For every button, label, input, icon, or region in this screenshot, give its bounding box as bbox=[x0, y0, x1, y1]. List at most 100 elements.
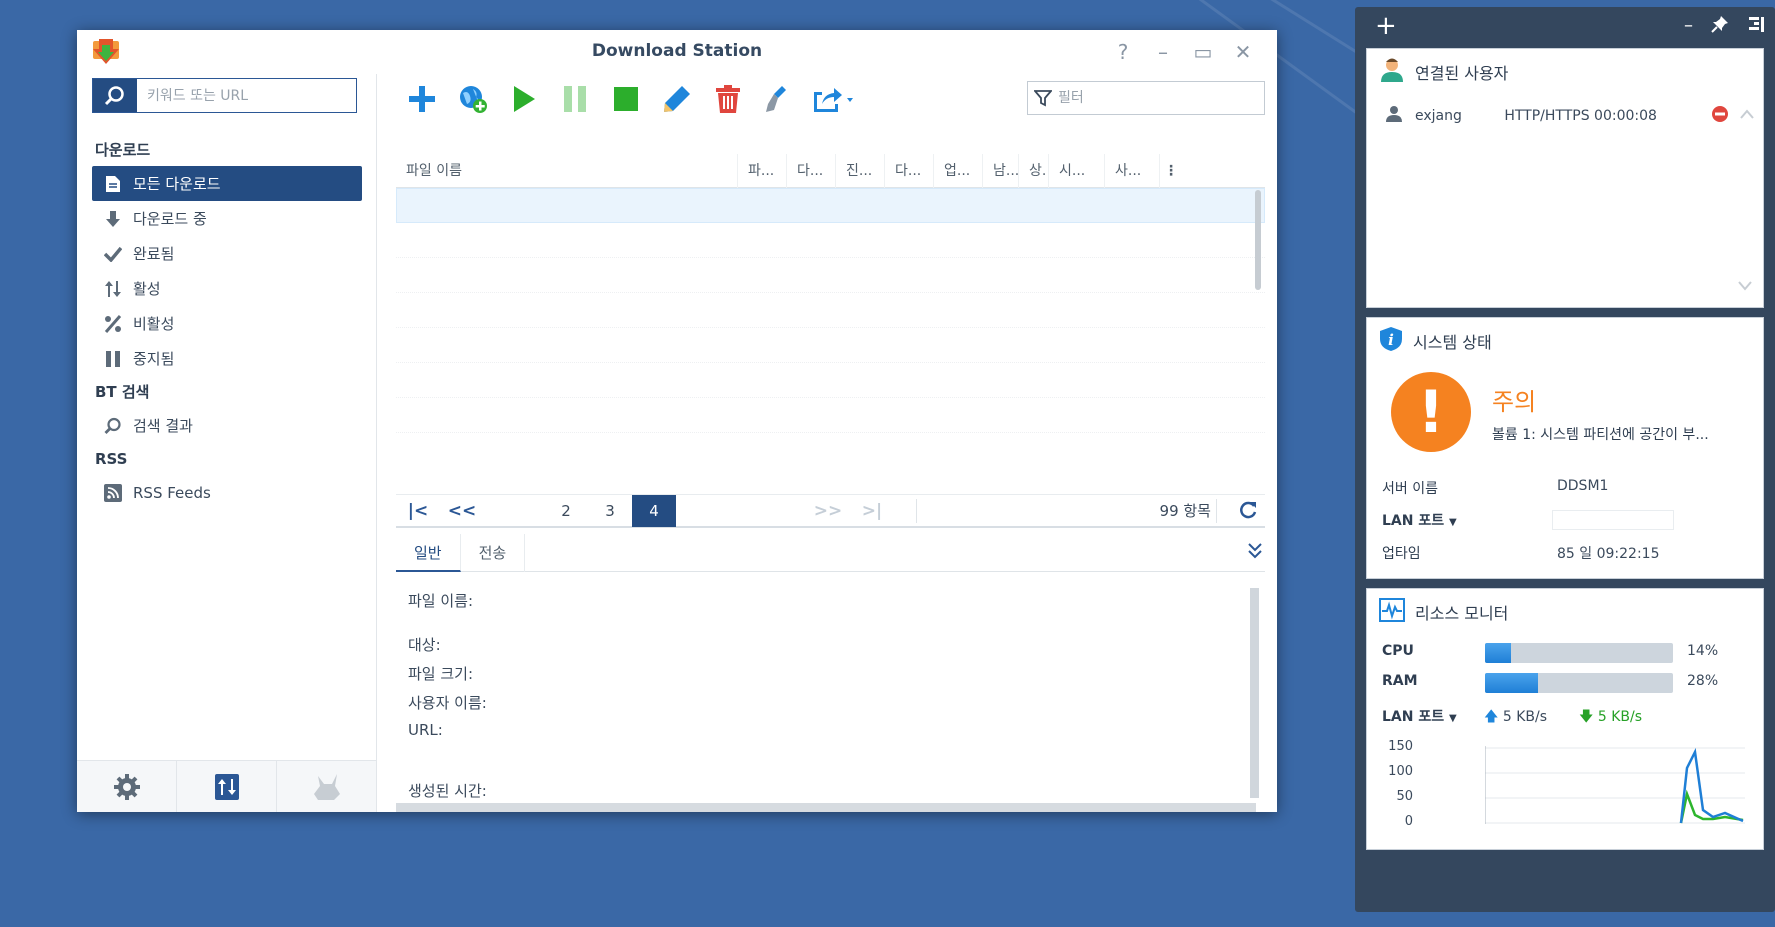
tab-general[interactable]: 일반 bbox=[396, 534, 461, 572]
sidebar-item-rss-feeds[interactable]: RSS Feeds bbox=[92, 475, 362, 510]
table-row[interactable] bbox=[396, 328, 1265, 363]
connected-user-row[interactable]: exjang HTTP/HTTPS 00:00:08 bbox=[1385, 105, 1755, 127]
user-silhouette-icon bbox=[1385, 105, 1403, 127]
sidebar-item-active[interactable]: 활성 bbox=[92, 271, 362, 306]
table-row[interactable] bbox=[396, 188, 1265, 223]
column-header[interactable]: 다... bbox=[885, 154, 934, 188]
minimize-icon[interactable]: – bbox=[1143, 39, 1183, 65]
table-row[interactable] bbox=[396, 258, 1265, 293]
details-hscrollbar[interactable] bbox=[396, 803, 1256, 812]
add-icon[interactable] bbox=[396, 80, 447, 118]
help-icon[interactable]: ? bbox=[1103, 39, 1143, 65]
play-icon[interactable] bbox=[498, 80, 549, 118]
details-panel: 일반 전송 파일 이름: 대상: 파일 크기: 사용자 이름: URL: 생성된… bbox=[396, 534, 1265, 812]
toolbar bbox=[396, 80, 864, 118]
column-header[interactable]: 업... bbox=[934, 154, 983, 188]
filter-input[interactable] bbox=[1058, 83, 1264, 113]
column-header[interactable]: 파일 이름 bbox=[396, 154, 738, 188]
column-header[interactable]: 다... bbox=[787, 154, 836, 188]
add-url-icon[interactable] bbox=[447, 80, 498, 118]
sidebar-item-label: 중지됨 bbox=[133, 350, 175, 368]
document-icon bbox=[102, 173, 124, 195]
search-input[interactable] bbox=[137, 79, 356, 112]
mascot-icon[interactable] bbox=[277, 761, 376, 812]
sidebar-section-bt-search: BT 검색 bbox=[95, 383, 150, 401]
arrow-up-icon: 🡅 bbox=[1484, 709, 1499, 725]
pin-icon[interactable] bbox=[1711, 15, 1729, 38]
lan-port-dropdown[interactable]: LAN 포트 ▼ bbox=[1382, 706, 1457, 726]
upload-rate-text: 5 KB/s bbox=[1502, 709, 1548, 725]
table-row[interactable] bbox=[396, 293, 1265, 328]
collapse-icon[interactable] bbox=[1247, 542, 1263, 564]
sidebar-item-downloading[interactable]: 다운로드 중 bbox=[92, 201, 362, 236]
disconnect-icon[interactable] bbox=[1711, 105, 1729, 127]
widget-layout-icon[interactable] bbox=[1747, 15, 1765, 38]
up-down-arrows-icon bbox=[102, 278, 124, 300]
chevron-up-icon[interactable] bbox=[1739, 108, 1755, 124]
page-number[interactable]: 3 bbox=[588, 495, 632, 527]
column-header[interactable]: 남... bbox=[983, 154, 1019, 188]
sidebar-item-inactive[interactable]: 비활성 bbox=[92, 306, 362, 341]
transfer-icon[interactable] bbox=[177, 761, 277, 812]
minimize-widgets-icon[interactable]: – bbox=[1684, 15, 1693, 38]
pause-icon[interactable] bbox=[549, 80, 600, 118]
clear-icon[interactable] bbox=[753, 80, 804, 118]
previous-page-icon[interactable]: << bbox=[440, 495, 484, 527]
table-row[interactable] bbox=[396, 398, 1265, 433]
chevron-down-icon[interactable] bbox=[1737, 279, 1753, 295]
upload-series-line bbox=[1679, 747, 1744, 824]
main-panel: 파일 이름 파... 다... 진... 다... 업... 남... 상. 시… bbox=[378, 74, 1277, 812]
delete-icon[interactable] bbox=[702, 80, 753, 118]
checkmark-icon bbox=[102, 243, 124, 265]
column-header[interactable]: 상. bbox=[1019, 154, 1049, 188]
sidebar-section-download: 다운로드 bbox=[95, 141, 151, 159]
sidebar-item-search-results[interactable]: 검색 결과 bbox=[92, 408, 362, 443]
widget-header: 연결된 사용자 bbox=[1367, 49, 1763, 95]
table-row[interactable] bbox=[396, 223, 1265, 258]
sidebar-item-label: 검색 결과 bbox=[133, 417, 193, 435]
lan-port-dropdown[interactable]: LAN 포트 ▼ bbox=[1382, 510, 1457, 530]
sidebar-nav: 다운로드 모든 다운로드 다운로드 중 완료됨 활성 비활성 중지됨 BT 검색… bbox=[92, 134, 362, 510]
sidebar-item-completed[interactable]: 완료됨 bbox=[92, 236, 362, 271]
first-page-icon[interactable]: |< bbox=[396, 495, 440, 527]
sidebar-item-all-downloads[interactable]: 모든 다운로드 bbox=[92, 166, 362, 201]
sidebar-item-stopped[interactable]: 중지됨 bbox=[92, 341, 362, 376]
details-scrollbar[interactable] bbox=[1250, 588, 1259, 798]
page-number[interactable]: 2 bbox=[544, 495, 588, 527]
widgets-panel: + – 연결된 사용자 exjang HTTP/HTTPS 00:00:08 i… bbox=[1355, 7, 1775, 912]
add-widget-icon[interactable]: + bbox=[1375, 11, 1397, 41]
column-header[interactable]: 진... bbox=[836, 154, 885, 188]
stop-icon[interactable] bbox=[600, 80, 651, 118]
tab-transfer[interactable]: 전송 bbox=[461, 534, 526, 572]
last-page-icon[interactable]: >| bbox=[850, 495, 894, 527]
sidebar-item-label: 활성 bbox=[133, 280, 161, 298]
chart-axis-label: 50 bbox=[1396, 789, 1413, 804]
search-icon[interactable] bbox=[93, 79, 137, 112]
window-titlebar[interactable]: Download Station ? – ▭ ✕ bbox=[77, 30, 1277, 74]
ram-usage-bar bbox=[1485, 673, 1673, 693]
protocol-text: HTTP/HTTPS bbox=[1504, 108, 1590, 124]
edit-icon[interactable] bbox=[651, 80, 702, 118]
column-menu-icon[interactable]: ⋮ bbox=[1160, 154, 1182, 187]
details-tabs: 일반 전송 bbox=[396, 534, 1265, 572]
table-row[interactable] bbox=[396, 363, 1265, 398]
refresh-icon[interactable] bbox=[1237, 499, 1259, 525]
column-header[interactable]: 사... bbox=[1105, 154, 1160, 188]
table-scrollbar[interactable] bbox=[1255, 190, 1261, 290]
field-destination-label: 대상: bbox=[408, 636, 441, 654]
maximize-icon[interactable]: ▭ bbox=[1183, 39, 1223, 65]
column-header[interactable]: 파... bbox=[738, 154, 787, 188]
next-page-icon[interactable]: >> bbox=[806, 495, 850, 527]
widget-header: 리소스 모니터 bbox=[1367, 589, 1763, 635]
arrow-down-icon: 🡇 bbox=[1579, 709, 1594, 725]
close-icon[interactable]: ✕ bbox=[1223, 39, 1263, 65]
caret-down-icon: ▼ bbox=[1448, 517, 1457, 528]
sidebar-item-label: 모든 다운로드 bbox=[133, 175, 221, 193]
widget-title: 시스템 상태 bbox=[1413, 333, 1492, 352]
network-chart bbox=[1485, 746, 1745, 824]
share-icon[interactable] bbox=[804, 80, 864, 118]
settings-icon[interactable] bbox=[77, 761, 177, 812]
sidebar-item-label: 완료됨 bbox=[133, 245, 175, 263]
column-header[interactable]: 시... bbox=[1049, 154, 1105, 188]
page-number-current[interactable]: 4 bbox=[632, 494, 676, 527]
